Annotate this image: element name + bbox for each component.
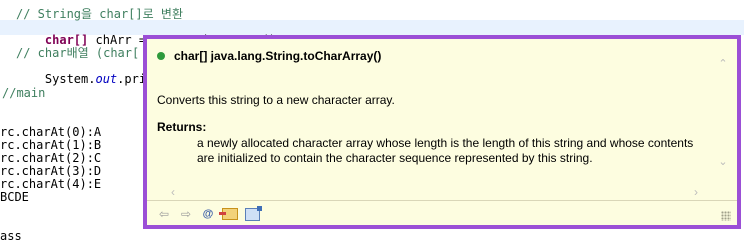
- code-comment-line: // String을 char[]로 변환: [16, 7, 183, 21]
- returns-description: a newly allocated character array whose …: [197, 136, 694, 165]
- print-prefix: System.: [44, 72, 96, 86]
- method-signature: char[] java.lang.String.toCharArray(): [174, 49, 382, 63]
- javadoc-hover-popup[interactable]: char[] java.lang.String.toCharArray() Co…: [143, 35, 741, 229]
- toolbar-divider: [147, 200, 737, 201]
- popup-toolbar: ⇦ ⇨ @: [155, 205, 265, 222]
- forward-arrow-icon[interactable]: ⇨: [177, 206, 195, 222]
- resize-grip-icon[interactable]: [721, 211, 731, 221]
- back-arrow-icon[interactable]: ⇦: [155, 206, 173, 222]
- code-comment-line-2: // char배열 (char[: [16, 46, 140, 60]
- signature-row: char[] java.lang.String.toCharArray(): [157, 48, 381, 64]
- console-line: BCDE: [0, 190, 29, 204]
- scroll-right-icon[interactable]: ›: [690, 185, 702, 199]
- horizontal-scrollbar[interactable]: ‹ ›: [157, 185, 702, 199]
- at-icon[interactable]: @: [199, 206, 217, 222]
- print-field-out: out: [95, 72, 118, 86]
- main-end-comment: //main: [2, 86, 46, 100]
- method-description: Converts this string to a new character …: [157, 93, 395, 107]
- class-fragment-line: ass: [0, 229, 22, 243]
- scroll-up-icon[interactable]: ⌃: [717, 59, 729, 70]
- open-external-javadoc-icon[interactable]: [243, 205, 262, 222]
- scroll-left-icon[interactable]: ‹: [167, 185, 179, 199]
- public-method-icon: [157, 52, 165, 60]
- returns-label: Returns:: [157, 120, 207, 134]
- open-declaration-icon[interactable]: [219, 206, 239, 222]
- keyword-char-array: char[]: [44, 33, 89, 47]
- scroll-down-icon[interactable]: ⌄: [717, 157, 729, 168]
